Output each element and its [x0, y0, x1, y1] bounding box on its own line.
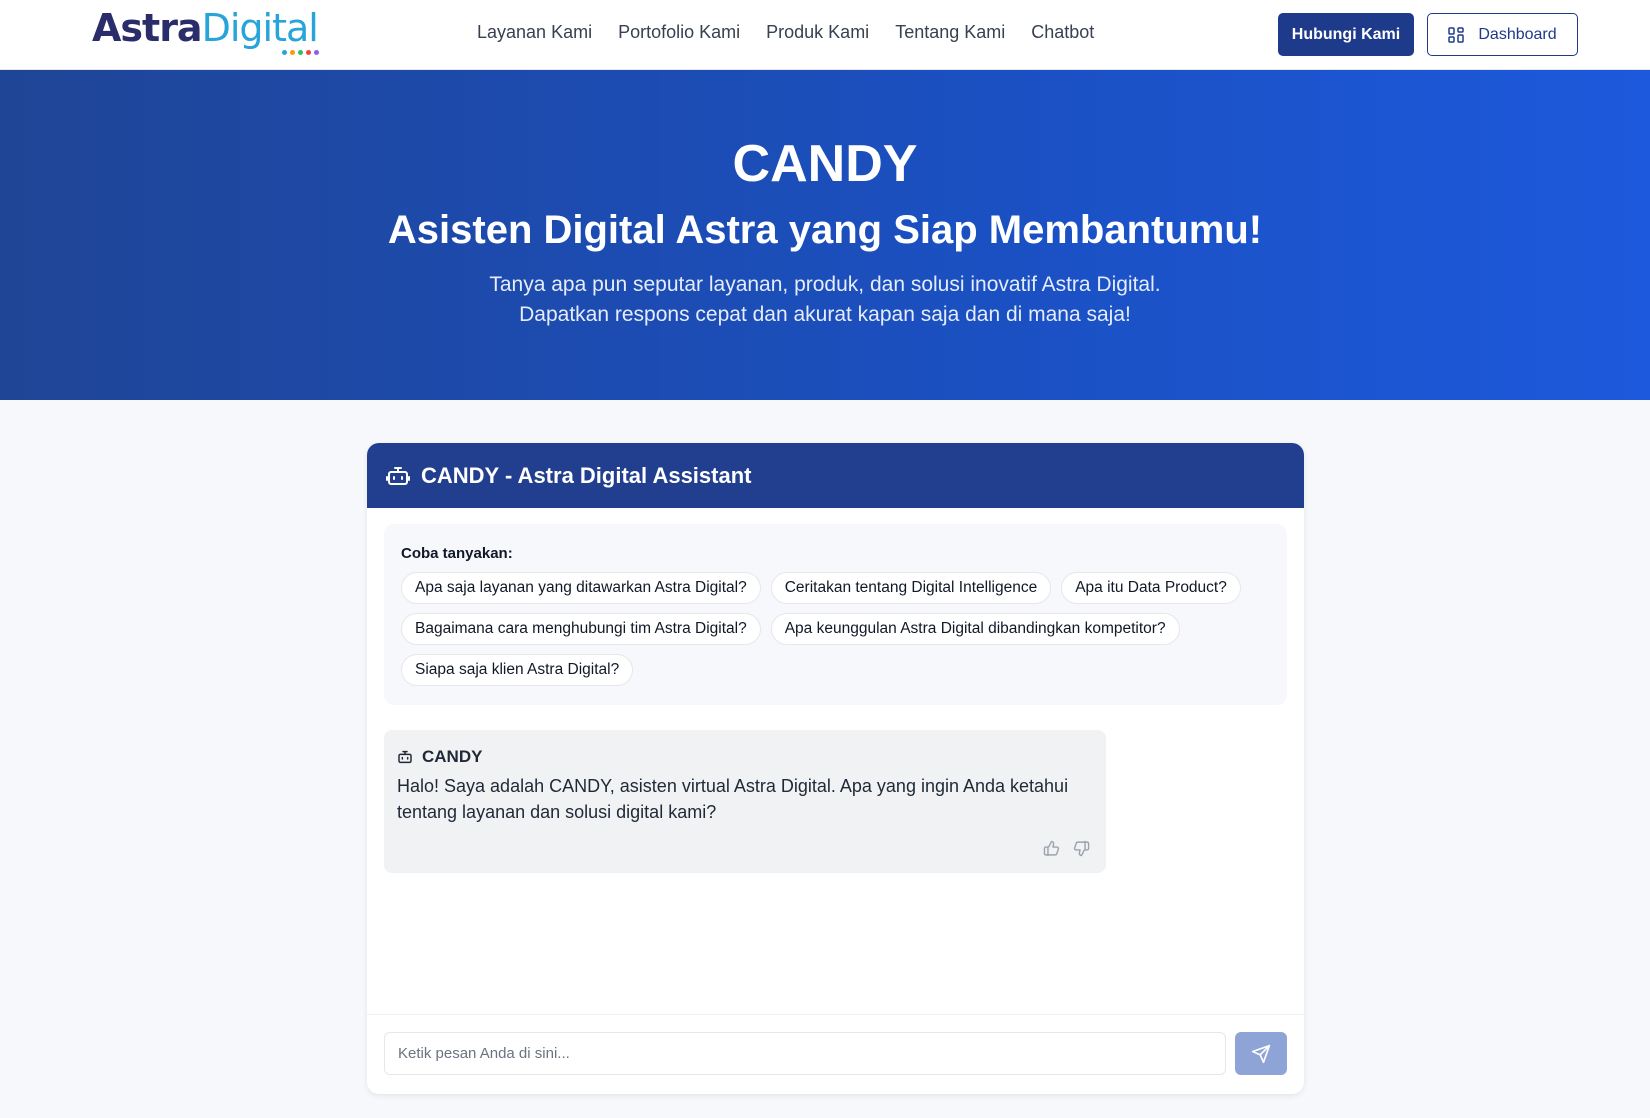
main-nav: Layanan Kami Portofolio Kami Produk Kami… — [477, 22, 1094, 43]
nav-produk-kami[interactable]: Produk Kami — [766, 22, 869, 43]
suggestions-panel: Coba tanyakan: Apa saja layanan yang dit… — [384, 524, 1287, 705]
logo-text-astra: Astra — [92, 6, 203, 50]
nav-portofolio-kami[interactable]: Portofolio Kami — [618, 22, 740, 43]
send-button[interactable] — [1235, 1032, 1287, 1075]
nav-chatbot[interactable]: Chatbot — [1031, 22, 1094, 43]
message-text: Halo! Saya adalah CANDY, asisten virtual… — [397, 776, 1069, 822]
suggestion-chips: Apa saja layanan yang ditawarkan Astra D… — [401, 572, 1281, 686]
robot-icon — [386, 466, 410, 485]
chat-card: CANDY - Astra Digital Assistant Coba tan… — [367, 443, 1304, 1094]
suggestions-label: Coba tanyakan: — [401, 545, 513, 562]
bot-message: CANDY Halo! Saya adalah CANDY, asisten v… — [384, 730, 1106, 873]
suggestion-chip[interactable]: Siapa saja klien Astra Digital? — [401, 654, 634, 686]
site-header: Astra Digital Layanan Kami Portofolio Kam… — [0, 0, 1650, 70]
dashboard-label: Dashboard — [1478, 25, 1557, 43]
nav-layanan-kami[interactable]: Layanan Kami — [477, 22, 592, 43]
thumbs-down-icon[interactable] — [1073, 840, 1090, 857]
message-sender-name: CANDY — [422, 747, 483, 766]
dashboard-button[interactable]: Dashboard — [1427, 13, 1578, 56]
message-input[interactable] — [384, 1032, 1226, 1075]
message-feedback — [1043, 840, 1090, 857]
hero-subtitle: Asisten Digital Astra yang Siap Membantu… — [387, 208, 1263, 252]
contact-button[interactable]: Hubungi Kami — [1278, 13, 1414, 56]
nav-tentang-kami[interactable]: Tentang Kami — [895, 22, 1005, 43]
suggestion-chip[interactable]: Ceritakan tentang Digital Intelligence — [770, 572, 1052, 604]
logo-dots — [282, 50, 319, 55]
thumbs-up-icon[interactable] — [1043, 840, 1060, 857]
send-icon — [1251, 1044, 1271, 1063]
input-divider — [367, 1014, 1304, 1015]
suggestion-chip[interactable]: Apa itu Data Product? — [1061, 572, 1241, 604]
suggestion-chip[interactable]: Apa keunggulan Astra Digital dibandingka… — [770, 613, 1180, 645]
suggestion-chip[interactable]: Apa saja layanan yang ditawarkan Astra D… — [401, 572, 761, 604]
logo-text-digital: Digital — [201, 6, 319, 50]
hero-description: Tanya apa pun seputar layanan, produk, d… — [0, 270, 1650, 330]
message-sender: CANDY — [397, 747, 482, 767]
hero-description-line-2: Dapatkan respons cepat dan akurat kapan … — [519, 303, 1131, 326]
suggestion-chip[interactable]: Bagaimana cara menghubungi tim Astra Dig… — [401, 613, 761, 645]
hero-description-line-1: Tanya apa pun seputar layanan, produk, d… — [489, 273, 1161, 296]
hero-banner: CANDY Asisten Digital Astra yang Siap Me… — [0, 70, 1650, 400]
chat-title: CANDY - Astra Digital Assistant — [421, 462, 752, 488]
astra-digital-logo[interactable]: Astra Digital — [92, 6, 319, 58]
hero-title: CANDY — [732, 135, 918, 193]
dashboard-grid-icon — [1448, 26, 1465, 43]
chat-header: CANDY - Astra Digital Assistant — [367, 443, 1304, 508]
robot-icon — [398, 750, 412, 764]
